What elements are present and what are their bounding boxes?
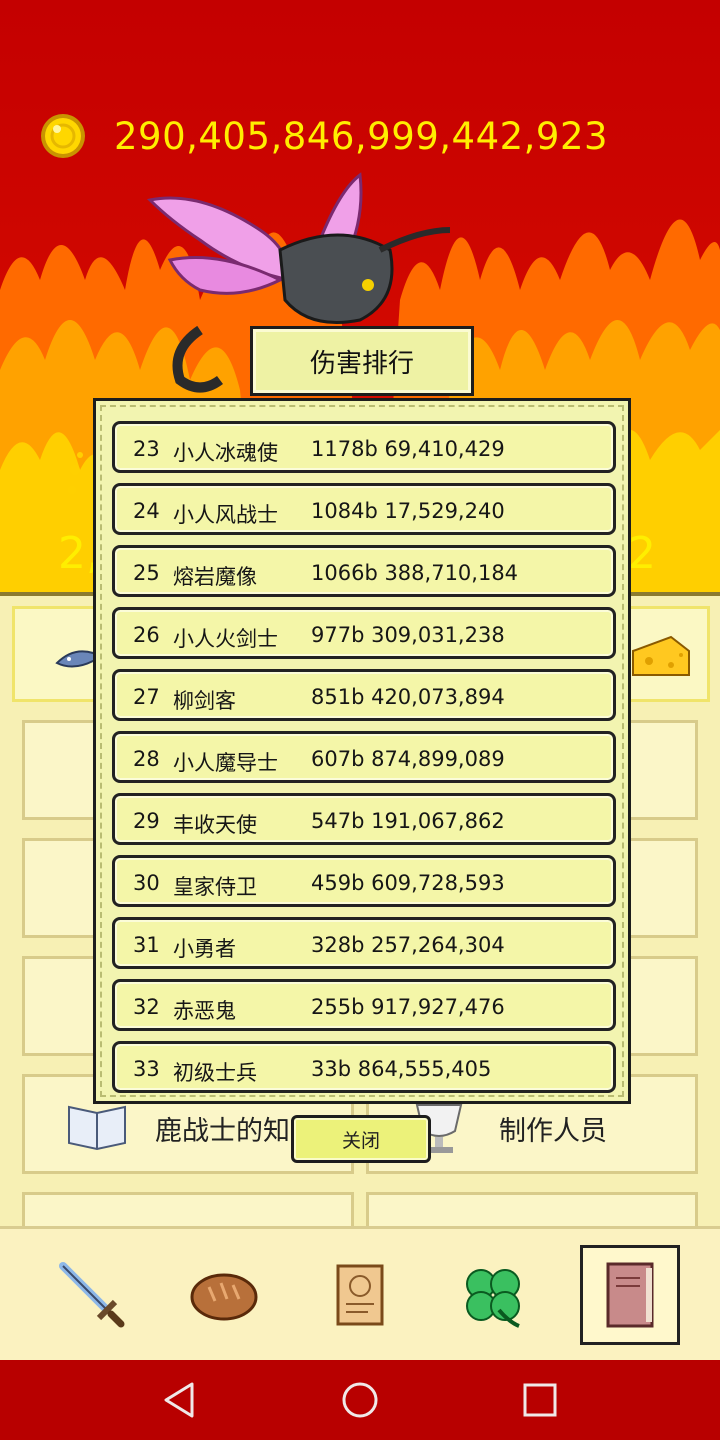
recents-icon[interactable] [516, 1376, 564, 1424]
nav-sword-button[interactable] [42, 1245, 142, 1345]
back-icon[interactable] [156, 1376, 204, 1424]
unit-name: 小人冰魂使 [173, 441, 278, 465]
nav-bread-button[interactable] [174, 1245, 274, 1345]
ranking-row[interactable]: 30 皇家侍卫 459b 609,728,593 [112, 855, 616, 907]
damage-value: 851b 420,073,894 [311, 685, 505, 709]
damage-value: 977b 309,031,238 [311, 623, 505, 647]
ranking-row[interactable]: 32 赤恶鬼 255b 917,927,476 [112, 979, 616, 1031]
damage-value: 607b 874,899,089 [311, 747, 505, 771]
nav-book-button[interactable] [580, 1245, 680, 1345]
unit-name: 柳剑客 [173, 689, 236, 713]
ranking-row[interactable]: 26 小人火剑士 977b 309,031,238 [112, 607, 616, 659]
bread-icon [190, 1273, 258, 1321]
close-button[interactable]: 关闭 [291, 1115, 431, 1163]
rank-number: 30 [133, 871, 160, 895]
unit-name: 皇家侍卫 [173, 875, 257, 899]
stat-value-right: 2 [628, 528, 656, 579]
unit-name: 小人魔导士 [173, 751, 278, 775]
damage-value: 33b 864,555,405 [311, 1057, 492, 1081]
gold-coin-icon [41, 114, 85, 158]
damage-value: 547b 191,067,862 [311, 809, 505, 833]
ranking-row[interactable]: 24 小人风战士 1084b 17,529,240 [112, 483, 616, 535]
currency-amount: 290,405,846,999,442,923 [114, 114, 609, 158]
cheese-icon [632, 635, 690, 676]
rank-number: 24 [133, 499, 160, 523]
damage-value: 459b 609,728,593 [311, 871, 505, 895]
ranking-row[interactable]: 28 小人魔导士 607b 874,899,089 [112, 731, 616, 783]
ranking-row[interactable]: 29 丰收天使 547b 191,067,862 [112, 793, 616, 845]
sword-icon [59, 1262, 125, 1328]
ranking-row[interactable]: 33 初级士兵 33b 864,555,405 [112, 1041, 616, 1093]
deer-knowledge-label: 鹿战士的知 [155, 1116, 290, 1147]
ranking-row[interactable]: 31 小勇者 328b 257,264,304 [112, 917, 616, 969]
bottom-navigation [0, 1226, 720, 1360]
rank-number: 33 [133, 1057, 160, 1081]
damage-value: 255b 917,927,476 [311, 995, 505, 1019]
rank-number: 28 [133, 747, 160, 771]
unit-name: 熔岩魔像 [173, 565, 257, 589]
system-navigation-bar [0, 1360, 720, 1440]
rank-number: 23 [133, 437, 160, 461]
unit-name: 小勇者 [173, 937, 236, 961]
damage-value: 328b 257,264,304 [311, 933, 505, 957]
scroll-icon [336, 1264, 384, 1326]
ranking-row[interactable]: 27 柳剑客 851b 420,073,894 [112, 669, 616, 721]
damage-value: 1178b 69,410,429 [311, 437, 505, 461]
unit-name: 小人火剑士 [173, 627, 278, 651]
ranking-row[interactable]: 25 熔岩魔像 1066b 388,710,184 [112, 545, 616, 597]
rank-number: 31 [133, 933, 160, 957]
rank-number: 27 [133, 685, 160, 709]
home-icon[interactable] [336, 1376, 384, 1424]
rank-number: 32 [133, 995, 160, 1019]
nav-clover-button[interactable] [444, 1245, 544, 1345]
rank-number: 25 [133, 561, 160, 585]
book-icon [606, 1262, 654, 1328]
unit-name: 丰收天使 [173, 813, 257, 837]
ranking-row[interactable]: 23 小人冰魂使 1178b 69,410,429 [112, 421, 616, 473]
damage-ranking-dialog: 23 小人冰魂使 1178b 69,410,429 24 小人风战士 1084b… [93, 398, 631, 1104]
open-book-icon [68, 1105, 126, 1151]
rank-number: 29 [133, 809, 160, 833]
damage-value: 1084b 17,529,240 [311, 499, 505, 523]
rank-number: 26 [133, 623, 160, 647]
nav-scroll-button[interactable] [310, 1245, 410, 1345]
credits-label: 制作人员 [499, 1116, 607, 1147]
unit-name: 初级士兵 [173, 1061, 257, 1085]
clover-icon [466, 1269, 520, 1328]
dialog-title: 伤害排行 [250, 326, 474, 396]
currency-display: 290,405,846,999,442,923 [40, 112, 608, 160]
damage-value: 1066b 388,710,184 [311, 561, 519, 585]
unit-name: 赤恶鬼 [173, 999, 236, 1023]
unit-name: 小人风战士 [173, 503, 278, 527]
